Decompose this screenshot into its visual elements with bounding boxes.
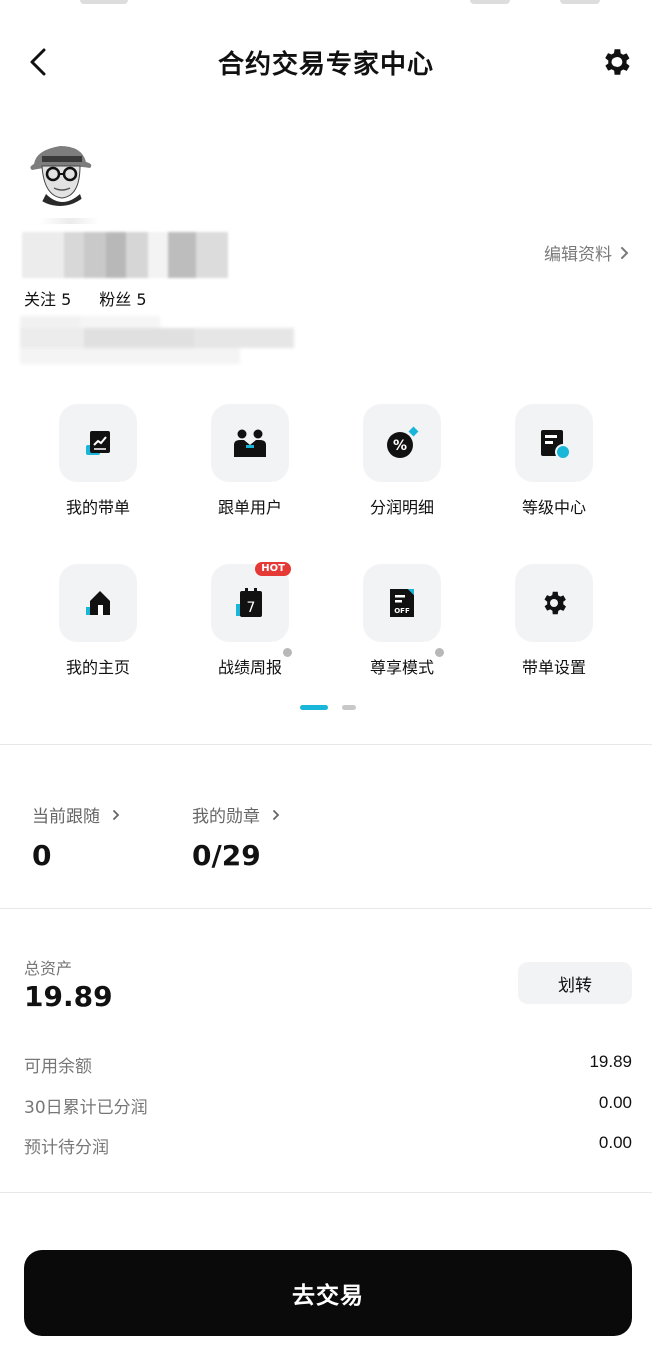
menu-item-level-center[interactable]: 等级中心 <box>478 404 630 518</box>
notification-dot <box>283 648 292 657</box>
avatar-portrait <box>24 134 96 206</box>
transfer-button[interactable]: 划转 <box>518 962 632 1004</box>
username-redacted <box>22 232 228 278</box>
follow-label: 关注 <box>24 290 57 309</box>
menu-item-label: 尊享模式 <box>369 648 444 678</box>
menu-item-followers[interactable]: 跟单用户 <box>174 404 326 518</box>
page-indicator <box>300 705 356 710</box>
follow-stats: 关注 5 粉丝 5 <box>24 286 147 310</box>
edit-profile-link[interactable]: 编辑资料 <box>544 240 630 265</box>
level-doc-icon <box>541 430 571 460</box>
menu-item-my-homepage[interactable]: 我的主页 <box>22 564 174 678</box>
percent-icon: % <box>387 426 419 458</box>
asset-row-label: 预计待分润 <box>24 1138 109 1158</box>
menu-item-label-text: 战绩周报 <box>217 658 282 677</box>
menu-item-label: 我的主页 <box>65 658 130 677</box>
follow-count[interactable]: 关注 5 <box>24 286 71 310</box>
menu-item-label: 我的带单 <box>65 498 130 517</box>
svg-text:7: 7 <box>247 600 256 616</box>
gear-icon <box>605 49 630 75</box>
fans-label: 粉丝 <box>99 290 132 309</box>
menu-item-premium-mode[interactable]: OFF 尊享模式 <box>326 564 478 678</box>
asset-row-value: 0.00 <box>598 1133 632 1152</box>
settings-button[interactable] <box>596 42 636 82</box>
follow-number: 5 <box>61 290 72 309</box>
calendar-icon: 7 <box>236 588 262 617</box>
asset-row-label: 可用余额 <box>24 1057 92 1077</box>
home-icon <box>86 591 110 615</box>
menu-item-label: 跟单用户 <box>217 498 282 517</box>
medals-value: 0/29 <box>192 839 261 872</box>
divider <box>0 1192 652 1193</box>
current-following-stat[interactable]: 当前跟随 0 <box>32 802 120 872</box>
menu-item-my-orders[interactable]: 我的带单 <box>22 404 174 518</box>
total-assets-label: 总资产 <box>24 959 73 978</box>
page-title: 合约交易专家中心 <box>217 50 434 80</box>
total-assets-value: 19.89 <box>24 980 113 1013</box>
notification-dot <box>435 648 444 657</box>
users-icon <box>234 429 266 457</box>
asset-row-label: 30日累计已分润 <box>24 1098 148 1118</box>
following-value: 0 <box>32 839 52 872</box>
chevron-right-icon <box>621 246 629 259</box>
off-doc-icon: OFF <box>390 589 414 617</box>
menu-item-label: 战绩周报 <box>217 648 292 678</box>
following-label: 当前跟随 <box>32 807 100 827</box>
asset-row-available: 可用余额 19.89 <box>24 1052 632 1077</box>
my-medals-stat[interactable]: 我的勋章 0/29 <box>192 802 280 872</box>
go-trade-button[interactable]: 去交易 <box>24 1250 632 1336</box>
asset-row-value: 19.89 <box>589 1052 632 1071</box>
chevron-right-icon <box>113 809 120 820</box>
menu-item-label: 带单设置 <box>521 658 586 677</box>
menu-item-order-settings[interactable]: 带单设置 <box>478 564 630 678</box>
bio-redacted <box>20 316 306 364</box>
medals-label: 我的勋章 <box>192 807 260 827</box>
menu-item-weekly-report[interactable]: 7 HOT 战绩周报 <box>174 562 326 678</box>
hot-badge: HOT <box>255 562 291 576</box>
asset-row-pending-profit: 预计待分润 0.00 <box>24 1133 632 1158</box>
menu-item-label: 分润明细 <box>369 498 434 517</box>
chevron-right-icon <box>273 809 280 820</box>
chart-doc-icon <box>86 431 110 455</box>
edit-profile-label: 编辑资料 <box>544 245 612 265</box>
fans-count[interactable]: 粉丝 5 <box>99 286 146 310</box>
avatar-shadow <box>40 218 100 224</box>
svg-text:OFF: OFF <box>394 607 410 615</box>
gear-icon <box>544 591 566 615</box>
page-dot[interactable] <box>342 705 356 710</box>
divider <box>0 744 652 745</box>
header: 合约交易专家中心 <box>0 30 652 94</box>
fans-number: 5 <box>136 290 147 309</box>
menu-item-profit-detail[interactable]: % 分润明细 <box>326 404 478 518</box>
svg-text:%: % <box>393 438 407 454</box>
menu-item-label: 等级中心 <box>521 498 586 517</box>
avatar[interactable] <box>24 134 96 206</box>
page-dot-active[interactable] <box>300 705 328 710</box>
menu-item-label-text: 尊享模式 <box>369 658 434 677</box>
asset-row-30d-profit: 30日累计已分润 0.00 <box>24 1093 632 1118</box>
status-bar <box>0 0 652 8</box>
divider <box>0 908 652 909</box>
asset-row-value: 0.00 <box>598 1093 632 1112</box>
